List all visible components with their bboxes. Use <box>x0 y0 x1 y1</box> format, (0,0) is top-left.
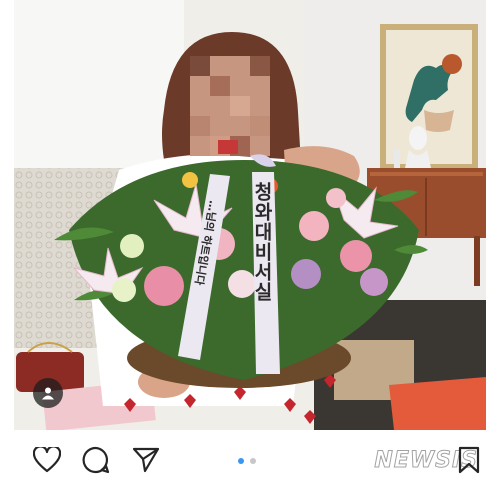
carousel-dot-active <box>238 458 244 464</box>
post-photo[interactable]: …님의 하트입니다 청와대비서실 <box>14 0 486 430</box>
post-action-bar: NEWSIS <box>14 432 486 487</box>
carousel-dot <box>250 458 256 464</box>
heart-icon[interactable] <box>32 445 62 475</box>
wall-painting <box>380 24 478 170</box>
orange-wrap <box>389 377 486 430</box>
share-icon[interactable] <box>131 445 161 475</box>
carousel-indicator <box>238 458 256 464</box>
blurred-face <box>190 56 270 156</box>
bookmark-icon[interactable] <box>454 445 484 475</box>
user-tag-icon[interactable] <box>33 378 63 408</box>
ribbon-right-text: 청와대비서실 <box>251 182 273 302</box>
comment-icon[interactable] <box>81 445 111 475</box>
